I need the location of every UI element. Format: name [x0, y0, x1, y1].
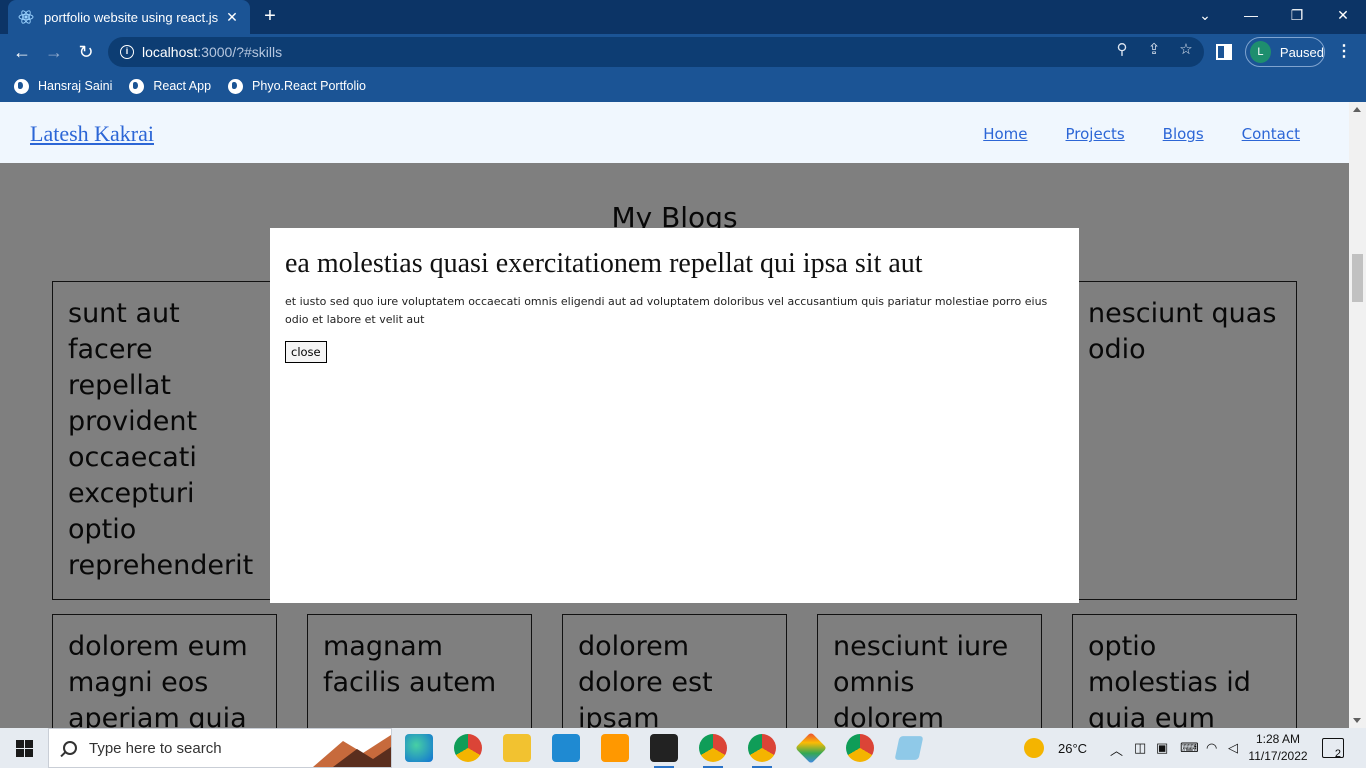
reload-icon[interactable]: ↻	[74, 40, 98, 64]
taskbar-clock[interactable]: 1:28 AM 11/17/2022	[1248, 731, 1308, 765]
notification-center-icon[interactable]: 2	[1322, 738, 1344, 760]
browser-tab[interactable]: portfolio website using react.js ✕	[8, 0, 250, 34]
bookmarks-bar: Hansraj Saini React App Phyo.React Portf…	[0, 70, 1366, 102]
chrome-people-icon[interactable]	[846, 734, 874, 762]
blogs-section: My Blogs sunt aut facere repellat provid…	[0, 163, 1349, 728]
share-icon[interactable]: ⇪	[1144, 40, 1164, 60]
minimize-button[interactable]: —	[1228, 0, 1274, 30]
scrollbar-thumb[interactable]	[1352, 254, 1363, 302]
address-bar[interactable]: i localhost:3000/?#skills	[108, 37, 1204, 67]
taskbar-search[interactable]: Type here to search	[48, 728, 392, 768]
new-tab-button[interactable]: +	[260, 6, 280, 26]
tab-search-chevron-icon[interactable]: ⌄	[1182, 0, 1228, 30]
side-panel-icon[interactable]	[1216, 44, 1232, 60]
weather-sun-icon	[1024, 738, 1044, 758]
zoom-magnifier-icon[interactable]: ⚲	[1112, 40, 1132, 60]
search-icon	[63, 741, 77, 755]
avatar: L	[1250, 41, 1271, 63]
tab-close-icon[interactable]: ✕	[224, 9, 240, 26]
nav-projects-link[interactable]: Projects	[1066, 125, 1125, 143]
chrome-icon[interactable]	[454, 734, 482, 762]
nav-home-link[interactable]: Home	[983, 125, 1027, 143]
wifi-icon[interactable]: ◠	[1206, 740, 1217, 756]
nav-blogs-link[interactable]: Blogs	[1163, 125, 1204, 143]
globe-icon	[129, 78, 145, 94]
globe-icon	[14, 78, 29, 94]
file-explorer-icon[interactable]	[503, 734, 531, 762]
clock-time: 1:28 AM	[1255, 732, 1301, 746]
blog-modal: ea molestias quasi exercitationem repell…	[270, 228, 1079, 603]
notepad-icon[interactable]	[894, 736, 924, 760]
bookmark-item[interactable]: Hansraj Saini	[14, 78, 113, 94]
chrome-profile-2-icon[interactable]	[748, 734, 776, 768]
react-favicon-icon	[18, 10, 34, 24]
security-icon[interactable]: ▣	[1156, 740, 1168, 756]
site-navbar: Latesh Kakrai Home Projects Blogs Contac…	[0, 102, 1349, 163]
modal-close-button[interactable]: close	[285, 341, 327, 363]
bookmark-star-icon[interactable]: ☆	[1176, 40, 1196, 60]
browser-titlebar: portfolio website using react.js ✕ + ⌄ —…	[0, 0, 1366, 34]
close-window-button[interactable]: ✕	[1320, 0, 1366, 30]
sublime-text-icon[interactable]	[601, 734, 629, 762]
scroll-down-arrow-icon[interactable]	[1353, 718, 1361, 723]
profile-button[interactable]: L Paused	[1245, 37, 1325, 67]
tray-chevron-icon[interactable]: ︿	[1110, 740, 1123, 759]
restore-button[interactable]: ❐	[1274, 0, 1320, 30]
bookmark-label: React App	[153, 79, 212, 93]
nav-contact-link[interactable]: Contact	[1242, 125, 1300, 143]
bookmark-item[interactable]: React App	[129, 78, 212, 94]
bookmark-label: Phyo.React Portfolio	[252, 79, 366, 93]
clock-date: 11/17/2022	[1248, 749, 1308, 763]
tab-title: portfolio website using react.js	[44, 9, 219, 25]
notification-count: 2	[1334, 748, 1341, 760]
edge-icon[interactable]	[405, 734, 433, 762]
chrome-profile-icon[interactable]	[699, 734, 727, 768]
temperature: 26°C	[1058, 740, 1088, 756]
windows-taskbar: Type here to search 26°C ︿ ◫ ▣ ⌨ ◠ ◁ 1:2…	[0, 728, 1366, 768]
more-menu-icon[interactable]: ⋮	[1336, 42, 1352, 62]
back-arrow-icon[interactable]: ←	[10, 40, 34, 64]
url-path: :3000/?#skills	[197, 44, 283, 60]
bookmark-item[interactable]: Phyo.React Portfolio	[228, 78, 366, 94]
git-icon[interactable]	[795, 732, 827, 764]
globe-icon	[228, 78, 244, 94]
meet-now-icon[interactable]: ◫	[1134, 740, 1146, 756]
profile-status: Paused	[1279, 44, 1324, 60]
browser-toolbar: ← → ↻ i localhost:3000/?#skills ⚲ ⇪ ☆ L …	[0, 34, 1366, 70]
volume-icon[interactable]: ◁	[1228, 740, 1238, 756]
terminal-icon[interactable]	[650, 734, 678, 768]
windows-logo-icon	[15, 739, 33, 757]
start-button[interactable]	[0, 728, 48, 768]
page-scrollbar[interactable]	[1349, 102, 1366, 728]
site-info-icon[interactable]: i	[120, 45, 134, 59]
url-host: localhost	[142, 44, 198, 60]
weather-widget[interactable]: 26°C	[1024, 738, 1087, 758]
modal-body: et iusto sed quo iure voluptatem occaeca…	[285, 295, 1048, 326]
modal-title: ea molestias quasi exercitationem repell…	[285, 248, 923, 279]
nav-links: Home Projects Blogs Contact	[945, 125, 1300, 143]
brand-link[interactable]: Latesh Kakrai	[30, 121, 154, 147]
vscode-icon[interactable]	[552, 734, 580, 762]
bookmark-label: Hansraj Saini	[38, 79, 113, 93]
search-placeholder: Type here to search	[89, 739, 222, 757]
forward-arrow-icon[interactable]: →	[42, 40, 66, 64]
scroll-up-arrow-icon[interactable]	[1353, 107, 1361, 112]
search-highlight-illustration-icon	[313, 735, 391, 767]
language-icon[interactable]: ⌨	[1180, 740, 1199, 756]
page-viewport: Latesh Kakrai Home Projects Blogs Contac…	[0, 102, 1349, 728]
